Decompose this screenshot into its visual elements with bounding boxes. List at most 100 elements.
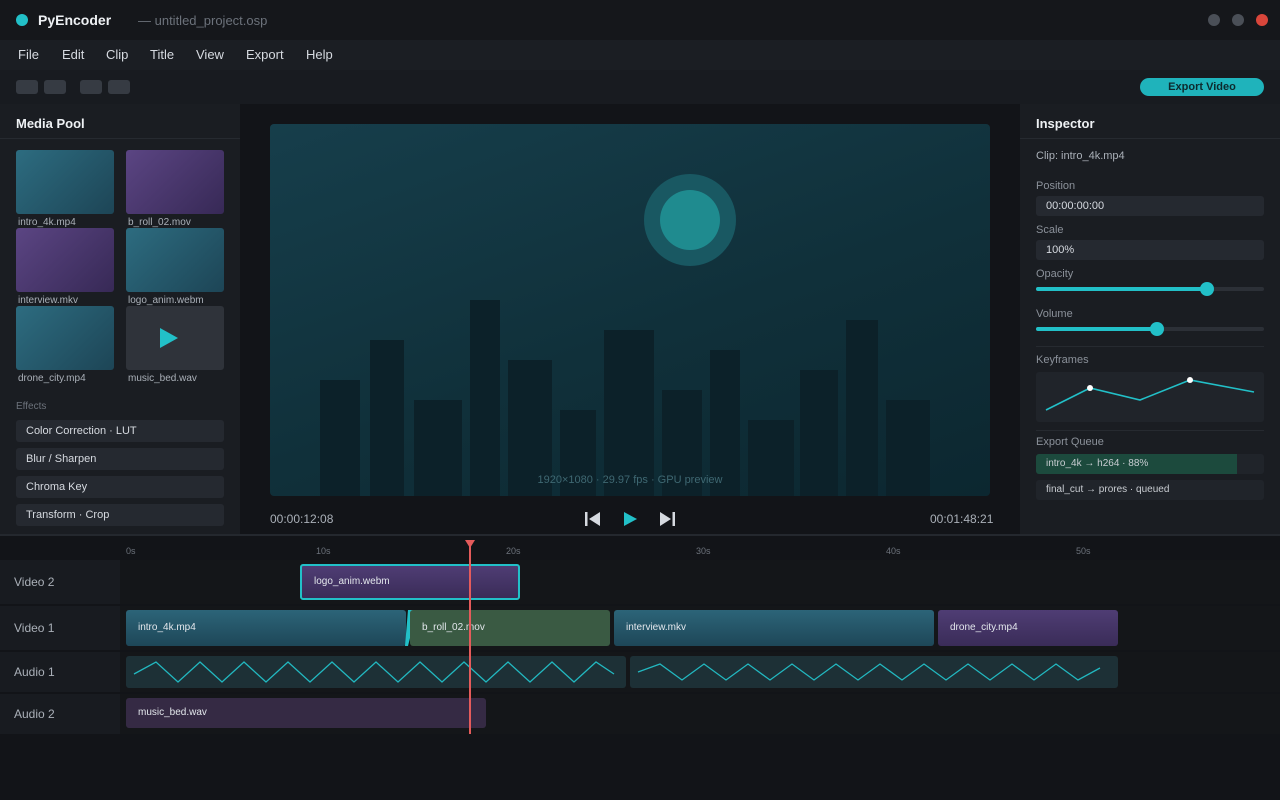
volume-slider-fill [1036, 327, 1157, 331]
opacity-label: Opacity [1036, 268, 1074, 280]
track-header-audio-2[interactable]: Audio 2 [0, 694, 120, 734]
menu-file[interactable]: File [18, 47, 39, 62]
menu-clip[interactable]: Clip [106, 47, 128, 62]
effect-chroma-key[interactable]: Chroma Key [16, 476, 224, 498]
audio-waveform [637, 663, 1101, 681]
effect-blur-sharpen[interactable]: Blur / Sharpen [16, 448, 224, 470]
timeline-clip-music-bed[interactable]: music_bed.wav [126, 698, 486, 728]
volume-label: Volume [1036, 308, 1073, 320]
toolbar-button-3[interactable] [80, 80, 102, 94]
building-graphic [370, 340, 404, 496]
effect-color-correction[interactable]: Color Correction · LUT [16, 420, 224, 442]
skip-back-icon[interactable] [584, 510, 602, 528]
video-viewer[interactable]: 1920×1080 · 29.97 fps · GPU preview [270, 124, 990, 496]
playhead-handle-icon[interactable] [465, 540, 475, 548]
opacity-slider-knob[interactable] [1200, 282, 1214, 296]
media-label: interview.mkv [18, 295, 79, 306]
scale-label: Scale [1036, 224, 1064, 236]
menu-bar: File Edit Clip Title View Export Help [0, 40, 1280, 70]
effect-transform-crop[interactable]: Transform · Crop [16, 504, 224, 526]
toolbar-button-4[interactable] [108, 80, 130, 94]
media-pool-title: Media Pool [16, 116, 85, 131]
position-field[interactable]: 00:00:00:00 [1036, 196, 1264, 216]
toolbar-button-2[interactable] [44, 80, 66, 94]
opacity-slider-fill [1036, 287, 1207, 291]
divider [1020, 138, 1280, 139]
viewer-info: 1920×1080 · 29.97 fps · GPU preview [537, 474, 723, 486]
media-label: intro_4k.mp4 [18, 217, 76, 228]
export-video-button[interactable]: Export Video [1140, 78, 1264, 96]
opacity-slider[interactable] [1036, 282, 1264, 296]
timeline-clip-logo-anim[interactable]: logo_anim.webm [300, 564, 520, 600]
keyframe-point[interactable] [1187, 377, 1193, 383]
duration-timecode: 00:01:48:21 [930, 512, 994, 526]
volume-slider-knob[interactable] [1149, 322, 1164, 336]
keyframe-point[interactable] [1087, 385, 1093, 391]
track-header-audio-1[interactable]: Audio 1 [0, 652, 120, 692]
moon-core-graphic [660, 190, 720, 250]
scale-field[interactable]: 100% [1036, 240, 1264, 260]
ruler-tick: 50s [1076, 546, 1091, 556]
divider [1036, 430, 1264, 431]
timeline-clip-b-roll[interactable]: b_roll_02.mov [410, 610, 610, 646]
timeline-audio-clip-2[interactable] [630, 656, 1118, 688]
title-bar: PyEncoder — untitled_project.osp [0, 0, 1280, 40]
media-label: drone_city.mp4 [18, 373, 86, 384]
inspector-clip-name: Clip: intro_4k.mp4 [1036, 150, 1125, 162]
audio-waveform [133, 661, 615, 683]
queue-item-2[interactable]: final_cut → prores · queued [1036, 480, 1264, 500]
queue-item-text: intro_4k → h264 · 88% [1046, 458, 1149, 469]
volume-slider[interactable] [1036, 322, 1264, 336]
menu-title[interactable]: Title [150, 47, 174, 62]
media-thumb-b-roll[interactable] [126, 150, 224, 214]
ruler-tick: 40s [886, 546, 901, 556]
minimize-button[interactable] [1208, 14, 1220, 26]
media-thumb-intro[interactable] [16, 150, 114, 214]
audio-play-icon [160, 328, 178, 348]
keyframe-curve [1045, 377, 1255, 411]
track-header-video-2[interactable]: Video 2 [0, 560, 120, 604]
close-button[interactable] [1256, 14, 1268, 26]
ruler-tick: 30s [696, 546, 711, 556]
timeline-clip-interview[interactable]: interview.mkv [614, 610, 934, 646]
ruler-tick: 0s [126, 546, 136, 556]
media-label: logo_anim.webm [128, 295, 204, 306]
timeline-clip-intro[interactable]: intro_4k.mp4 [126, 610, 406, 646]
maximize-button[interactable] [1232, 14, 1244, 26]
effects-section-label: Effects [16, 401, 47, 412]
media-thumb-music-bed[interactable] [126, 306, 224, 370]
project-name: — untitled_project.osp [138, 13, 268, 28]
keyframes-label: Keyframes [1036, 354, 1089, 366]
toolbar [0, 70, 1280, 104]
timeline-divider [0, 534, 1280, 536]
timeline-audio-clip-1[interactable] [126, 656, 626, 688]
inspector-title: Inspector [1036, 116, 1095, 131]
play-icon[interactable] [621, 510, 639, 528]
queue-item-text: final_cut → prores · queued [1046, 484, 1170, 495]
ruler-tick: 20s [506, 546, 521, 556]
menu-help[interactable]: Help [306, 47, 333, 62]
app-name: PyEncoder [38, 12, 112, 28]
menu-edit[interactable]: Edit [62, 47, 84, 62]
media-thumb-logo-anim[interactable] [126, 228, 224, 292]
building-graphic [604, 330, 654, 496]
media-thumb-drone-city[interactable] [16, 306, 114, 370]
queue-item-1[interactable]: intro_4k → h264 · 88% [1036, 454, 1264, 474]
media-thumb-interview[interactable] [16, 228, 114, 292]
building-graphic [470, 300, 500, 496]
timeline-clip-drone-city[interactable]: drone_city.mp4 [938, 610, 1118, 646]
media-label: b_roll_02.mov [128, 217, 191, 228]
export-queue-label: Export Queue [1036, 436, 1104, 448]
menu-view[interactable]: View [196, 47, 224, 62]
divider [1036, 346, 1264, 347]
track-header-video-1[interactable]: Video 1 [0, 606, 120, 650]
menu-export[interactable]: Export [246, 47, 284, 62]
toolbar-button-1[interactable] [16, 80, 38, 94]
playhead[interactable] [469, 544, 471, 734]
position-label: Position [1036, 180, 1076, 192]
divider [0, 138, 240, 139]
media-label: music_bed.wav [128, 373, 197, 384]
building-graphic [846, 320, 878, 496]
keyframe-graph[interactable] [1036, 372, 1264, 422]
skip-forward-icon[interactable] [658, 510, 676, 528]
